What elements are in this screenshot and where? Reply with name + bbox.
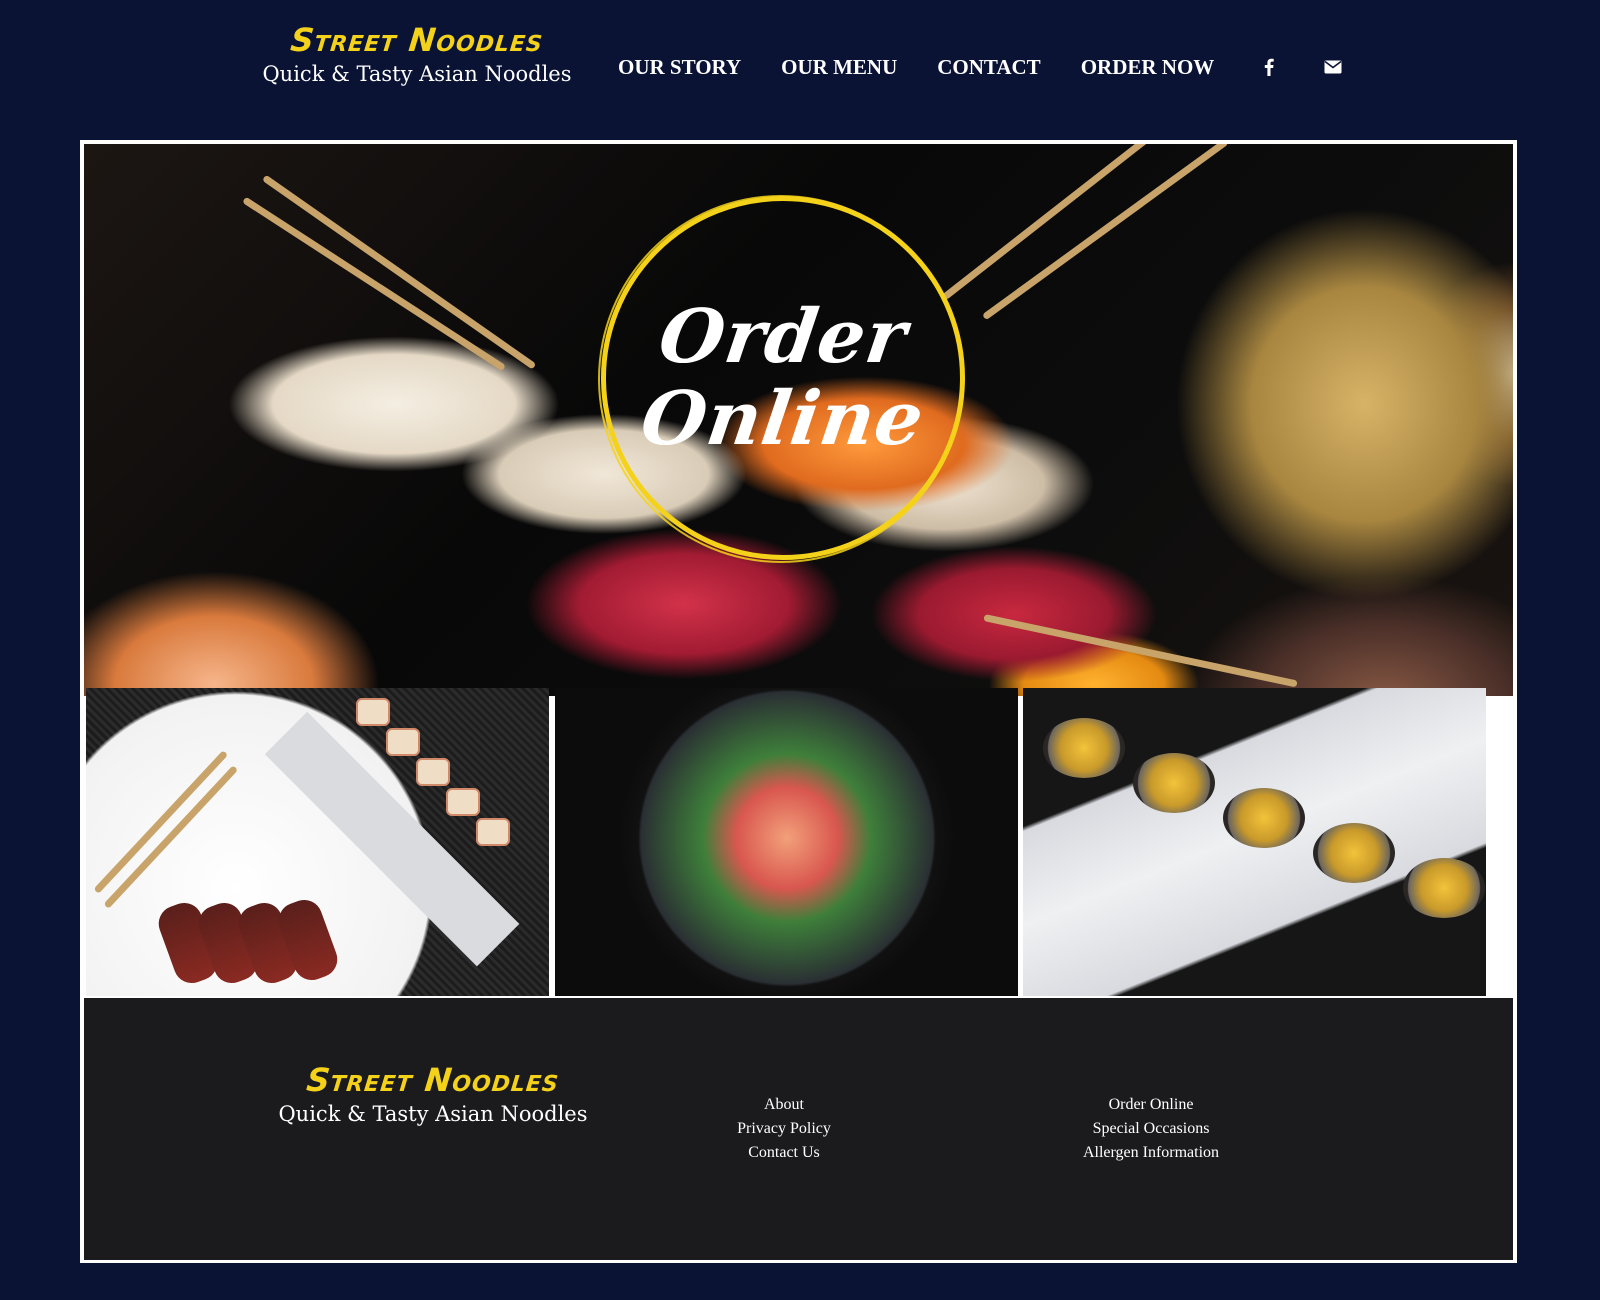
main-nav: OUR STORY OUR MENU CONTACT ORDER NOW [618,52,1344,82]
oyster [1223,788,1305,848]
footer-link-order-online[interactable]: Order Online [1001,1093,1301,1117]
hero-banner[interactable]: Order Online [84,144,1513,696]
sushi-roll [476,818,510,846]
sushi-roll [416,758,450,786]
chopstick-decoration [103,765,239,909]
nav-contact[interactable]: CONTACT [937,55,1040,80]
chopstick-decoration [261,174,537,370]
footer-link-about[interactable]: About [634,1093,934,1117]
oyster [1403,858,1485,918]
nav-order-now[interactable]: ORDER NOW [1081,55,1215,80]
footer-link-privacy-policy[interactable]: Privacy Policy [634,1117,934,1141]
chopstick-decoration [941,144,1183,301]
hero-line-order: Order [653,294,913,380]
sushi-roll [356,698,390,726]
oyster [1313,823,1395,883]
oyster [1043,718,1125,778]
site-header: Street Noodles Quick & Tasty Asian Noodl… [0,0,1600,140]
hero-line-online: Online [636,376,930,462]
site-footer: Street Noodles Quick & Tasty Asian Noodl… [84,998,1513,1260]
brand-subtitle: Quick & Tasty Asian Noodles [262,62,572,86]
footer-links-left: About Privacy Policy Contact Us [634,1093,934,1165]
footer-brand[interactable]: Street Noodles Quick & Tasty Asian Noodl… [278,1060,588,1126]
nav-our-story[interactable]: OUR STORY [618,55,741,80]
sushi-roll [386,728,420,756]
footer-link-special-occasions[interactable]: Special Occasions [1001,1117,1301,1141]
chopstick-decoration [983,614,1298,688]
footer-links-right: Order Online Special Occasions Allergen … [1001,1093,1301,1165]
footer-link-allergen-information[interactable]: Allergen Information [1001,1141,1301,1165]
gallery-image-sashimi [555,688,1018,996]
footer-link-contact-us[interactable]: Contact Us [634,1141,934,1165]
sushi-roll [446,788,480,816]
footer-brand-subtitle: Quick & Tasty Asian Noodles [278,1102,588,1126]
envelope-icon[interactable] [1322,56,1344,78]
order-online-badge[interactable]: Order Online [598,195,965,563]
gallery-image-tuna [86,688,549,996]
footer-brand-title: Street Noodles [304,1061,562,1099]
nav-our-menu[interactable]: OUR MENU [781,55,897,80]
brand-logo[interactable]: Street Noodles Quick & Tasty Asian Noodl… [262,20,572,86]
brand-title: Street Noodles [288,21,546,59]
content-frame: Order Online Street Noodles Quick & Tast… [80,140,1517,1263]
gallery-image-oysters [1023,688,1486,996]
chopstick-decoration [242,196,506,372]
facebook-icon[interactable] [1258,56,1280,78]
chopstick-decoration [93,750,229,894]
oyster [1133,753,1215,813]
